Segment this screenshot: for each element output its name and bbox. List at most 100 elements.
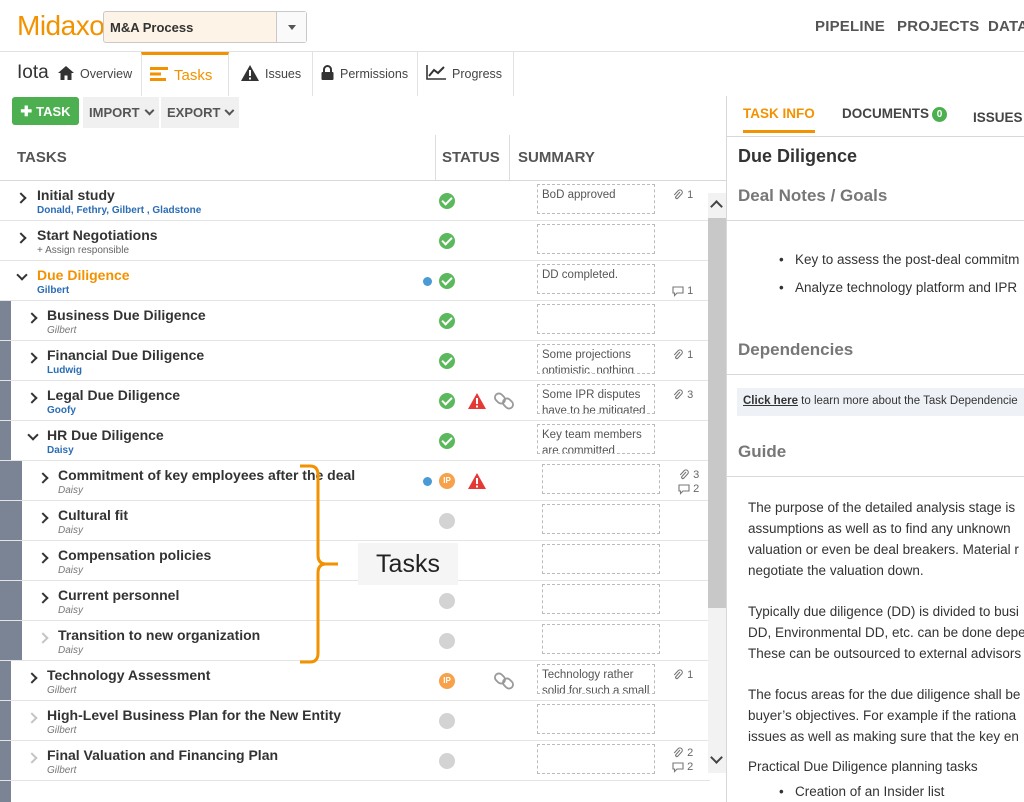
status-done-icon[interactable] — [439, 433, 455, 449]
task-assignees[interactable]: Daisy — [58, 645, 83, 656]
task-row-selected[interactable]: Due Diligence Gilbert DD completed. 1 — [0, 261, 710, 301]
task-summary[interactable] — [537, 744, 655, 774]
task-title[interactable]: Initial study — [37, 187, 115, 203]
task-row[interactable]: Current personnel Daisy — [0, 581, 710, 621]
status-done-icon[interactable] — [439, 353, 455, 369]
task-assignees[interactable]: Donald, Fethry, Gilbert , Gladstone — [37, 205, 201, 216]
status-done-icon[interactable] — [439, 273, 455, 289]
chevron-right-icon[interactable] — [37, 592, 49, 604]
chevron-right-icon[interactable] — [37, 552, 49, 564]
tab-issues[interactable]: Issues — [233, 52, 309, 96]
status-done-icon[interactable] — [439, 393, 455, 409]
chevron-right-icon[interactable] — [26, 712, 38, 724]
task-title[interactable]: Due Diligence — [37, 267, 130, 283]
task-title[interactable]: Start Negotiations — [37, 227, 158, 243]
task-summary[interactable]: Some IPR disputes have to be mitigated — [537, 384, 655, 414]
nav-projects[interactable]: PROJECTS — [897, 18, 979, 35]
task-title[interactable]: Technology Assessment — [47, 667, 210, 683]
tab-overview[interactable]: Overview — [50, 52, 140, 96]
status-done-icon[interactable] — [439, 313, 455, 329]
warning-icon[interactable] — [468, 393, 486, 409]
chevron-right-icon[interactable] — [26, 352, 38, 364]
chevron-down-icon[interactable] — [27, 429, 39, 441]
task-title[interactable]: Legal Due Diligence — [47, 387, 180, 403]
task-summary[interactable]: Technology rather solid for such a small — [537, 664, 655, 694]
task-summary[interactable] — [542, 624, 660, 654]
task-assignees[interactable]: Gilbert — [47, 325, 76, 336]
task-assignees[interactable]: Goofy — [47, 405, 76, 416]
link-icon[interactable] — [494, 391, 514, 411]
task-row[interactable]: Legal Due Diligence Goofy Some IPR dispu… — [0, 381, 710, 421]
process-select[interactable]: M&A Process — [103, 11, 307, 43]
task-summary[interactable] — [542, 504, 660, 534]
task-assignees[interactable]: Ludwig — [47, 365, 82, 376]
task-row[interactable]: Start Negotiations + Assign responsible — [0, 221, 710, 261]
export-button[interactable]: EXPORT — [161, 97, 239, 128]
tab-progress[interactable]: Progress — [417, 52, 510, 96]
nav-data[interactable]: DATA — [988, 18, 1024, 35]
status-not-started-icon[interactable] — [439, 513, 455, 529]
task-assignees[interactable]: Daisy — [58, 525, 83, 536]
task-row[interactable]: Commitment of key employees after the de… — [0, 461, 710, 501]
task-row[interactable]: Technology Assessment Gilbert IP Technol… — [0, 661, 710, 701]
task-title[interactable]: Financial Due Diligence — [47, 347, 204, 363]
task-title[interactable]: Final Valuation and Financing Plan — [47, 747, 278, 763]
column-header-status[interactable]: STATUS — [442, 135, 500, 181]
task-row[interactable]: Compensation policies Daisy — [0, 541, 710, 581]
chevron-right-icon[interactable] — [37, 472, 49, 484]
scrollbar-thumb[interactable] — [708, 218, 726, 608]
task-assignees[interactable]: Daisy — [58, 605, 83, 616]
task-assignees[interactable]: Daisy — [58, 565, 83, 576]
column-header-tasks[interactable]: TASKS — [17, 135, 67, 181]
task-title[interactable]: HR Due Diligence — [47, 427, 164, 443]
click-here-link[interactable]: Click here — [743, 395, 798, 407]
status-in-progress-icon[interactable]: IP — [439, 473, 455, 489]
task-summary[interactable] — [542, 544, 660, 574]
task-assignees[interactable]: Gilbert — [47, 725, 76, 736]
chevron-down-icon[interactable] — [276, 12, 306, 42]
tab-task-info[interactable]: TASK INFO — [743, 106, 815, 133]
status-done-icon[interactable] — [439, 233, 455, 249]
add-task-button[interactable]: ✚ TASK — [12, 97, 79, 125]
status-not-started-icon[interactable] — [439, 753, 455, 769]
chevron-right-icon[interactable] — [15, 192, 27, 204]
task-title[interactable]: High-Level Business Plan for the New Ent… — [47, 707, 341, 723]
chevron-right-icon[interactable] — [26, 312, 38, 324]
task-row[interactable]: HR Due Diligence Daisy Key team members … — [0, 421, 710, 461]
import-button[interactable]: IMPORT — [83, 97, 159, 128]
status-not-started-icon[interactable] — [439, 713, 455, 729]
tab-documents[interactable]: DOCUMENTS 0 — [842, 106, 947, 122]
task-row[interactable]: High-Level Business Plan for the New Ent… — [0, 701, 710, 741]
task-summary[interactable]: Key team members are committed — [537, 424, 655, 454]
task-summary[interactable] — [537, 304, 655, 334]
status-done-icon[interactable] — [439, 193, 455, 209]
warning-icon[interactable] — [468, 473, 486, 489]
assign-responsible-link[interactable]: + Assign responsible — [37, 245, 129, 256]
task-assignees[interactable]: Gilbert — [47, 685, 76, 696]
link-icon[interactable] — [494, 671, 514, 691]
task-row[interactable]: Business Due Diligence Gilbert — [0, 301, 710, 341]
task-summary[interactable]: BoD approved — [537, 184, 655, 214]
task-summary[interactable] — [542, 464, 660, 494]
midaxo-logo[interactable]: Midaxo — [17, 10, 105, 42]
task-summary[interactable] — [537, 224, 655, 254]
task-assignees[interactable]: Daisy — [47, 445, 74, 456]
chevron-right-icon[interactable] — [26, 672, 38, 684]
task-title[interactable]: Current personnel — [58, 587, 179, 603]
chevron-right-icon[interactable] — [26, 392, 38, 404]
task-row[interactable]: Cultural fit Daisy — [0, 501, 710, 541]
task-summary[interactable] — [542, 584, 660, 614]
nav-pipeline[interactable]: PIPELINE — [815, 18, 885, 35]
task-assignees[interactable]: Gilbert — [37, 285, 69, 296]
tab-permissions[interactable]: Permissions — [312, 52, 416, 96]
tab-tasks[interactable]: Tasks — [141, 52, 229, 96]
chevron-right-icon[interactable] — [37, 512, 49, 524]
task-row[interactable]: Transition to new organization Daisy — [0, 621, 710, 661]
task-title[interactable]: Transition to new organization — [58, 627, 260, 643]
status-not-started-icon[interactable] — [439, 593, 455, 609]
task-summary[interactable]: Some projections optimistic, nothing — [537, 344, 655, 374]
chevron-down-icon[interactable] — [16, 269, 28, 281]
task-assignees[interactable]: Gilbert — [47, 765, 76, 776]
task-title[interactable]: Cultural fit — [58, 507, 128, 523]
task-summary[interactable]: DD completed. — [537, 264, 655, 294]
